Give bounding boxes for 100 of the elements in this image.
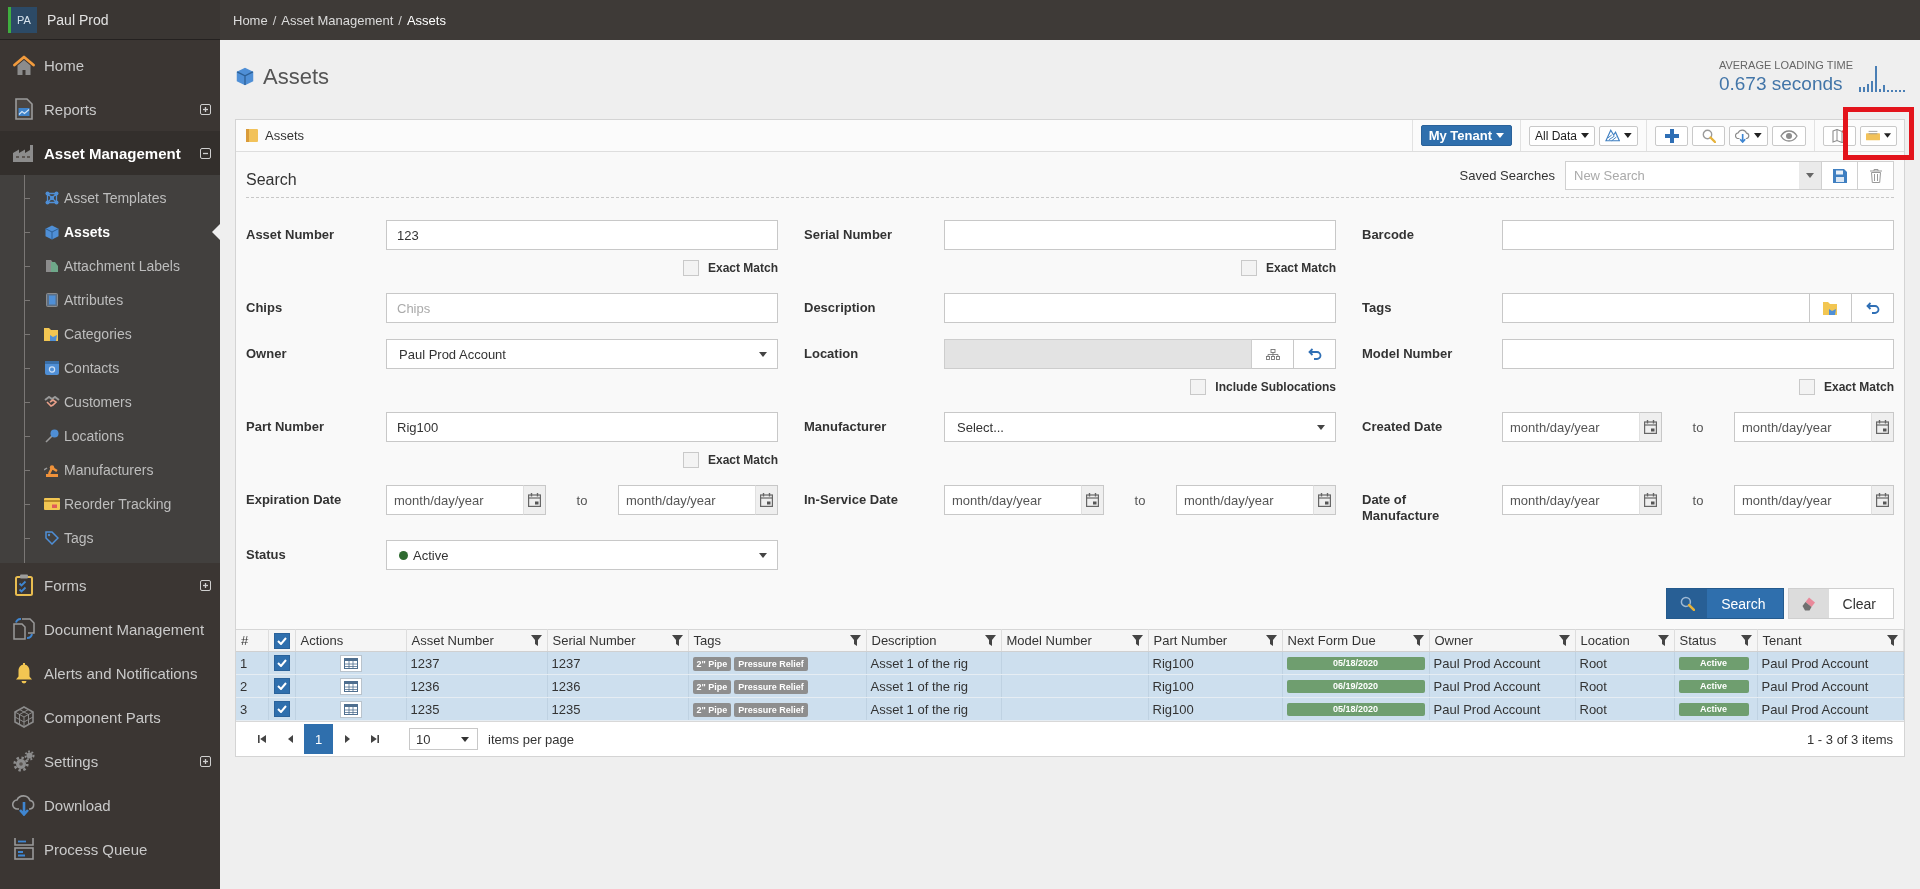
sidebar-item[interactable]: Home — [0, 43, 220, 87]
date-field[interactable]: month/day/year — [1734, 412, 1871, 442]
filter-icon[interactable] — [1412, 635, 1424, 646]
select-field[interactable]: Active — [386, 540, 778, 570]
checkbox[interactable] — [273, 701, 290, 718]
filter-icon[interactable] — [849, 635, 861, 646]
filter-icon[interactable] — [530, 635, 542, 646]
date-field[interactable]: month/day/year — [386, 485, 523, 515]
search-button[interactable] — [1692, 125, 1725, 146]
sidebar-item[interactable]: Process Queue — [0, 827, 220, 871]
sidebar-subitem[interactable]: Reorder Tracking — [0, 487, 220, 521]
calendar-button[interactable] — [523, 485, 546, 515]
search-submit-button[interactable]: Search — [1666, 588, 1784, 619]
sidebar-item[interactable]: Alerts and Notifications — [0, 651, 220, 695]
filter-icon[interactable] — [671, 635, 683, 646]
table-row[interactable]: 3 1235 1235 2" Pipe Pressure Relief Asset 1 of the rig Rig100 05/18/2020 Paul Prod Account Root Active Paul Prod Account — [236, 697, 1904, 721]
text-field[interactable] — [1502, 339, 1894, 369]
text-field[interactable]: 123 — [386, 220, 778, 250]
date-field[interactable]: month/day/year — [1734, 485, 1871, 515]
sidebar-subitem[interactable]: Assets — [0, 215, 220, 249]
select-all-checkbox[interactable] — [273, 632, 290, 649]
sidebar-subitem[interactable]: Manufacturers — [0, 453, 220, 487]
date-field[interactable]: month/day/year — [1502, 412, 1639, 442]
text-field[interactable]: Rig100 — [386, 412, 778, 442]
sidebar-subitem[interactable]: Asset Templates — [0, 181, 220, 215]
actions-button[interactable] — [339, 654, 362, 672]
filter-icon[interactable] — [1887, 635, 1898, 646]
breadcrumb-link[interactable]: Home — [233, 12, 268, 28]
filter-icon[interactable] — [1131, 635, 1143, 646]
sidebar-item[interactable]: Forms — [0, 563, 220, 607]
table-row[interactable]: 1 1237 1237 2" Pipe Pressure Relief Asset 1 of the rig Rig100 05/18/2020 Paul Prod Account Root Active Paul Prod Account — [236, 651, 1904, 675]
sidebar-subitem[interactable]: Categories — [0, 317, 220, 351]
date-field[interactable]: month/day/year — [618, 485, 755, 515]
text-field[interactable] — [944, 293, 1336, 323]
sidebar-item[interactable]: Download — [0, 783, 220, 827]
delete-button[interactable] — [1858, 161, 1894, 190]
select-field[interactable]: Paul Prod Account — [386, 339, 778, 369]
date-field[interactable]: month/day/year — [1176, 485, 1313, 515]
actions-button[interactable] — [339, 700, 362, 718]
undo-button[interactable] — [1294, 339, 1336, 369]
text-field[interactable] — [1502, 293, 1810, 323]
collapse-icon[interactable] — [200, 147, 211, 159]
tray-button[interactable] — [1860, 125, 1897, 146]
calendar-button[interactable] — [1313, 485, 1336, 515]
text-field[interactable]: Chips — [386, 293, 778, 323]
account-name[interactable]: Paul Prod — [47, 11, 109, 28]
text-field[interactable] — [1502, 220, 1894, 250]
sidebar-item[interactable]: Reports — [0, 87, 220, 131]
sidebar-subitem[interactable]: Tags — [0, 521, 220, 555]
sidebar-item[interactable]: Component Parts — [0, 695, 220, 739]
sidebar-subitem[interactable]: Contacts — [0, 351, 220, 385]
sidebar-item[interactable]: Settings — [0, 739, 220, 783]
calendar-button[interactable] — [1081, 485, 1104, 515]
download-button[interactable] — [1729, 125, 1768, 146]
filter-icon[interactable] — [1265, 635, 1277, 646]
column-header[interactable]: Owner — [1434, 633, 1473, 648]
table-row[interactable]: 2 1236 1236 2" Pipe Pressure Relief Asset 1 of the rig Rig100 06/19/2020 Paul Prod Account Root Active Paul Prod Account — [236, 674, 1904, 698]
date-field[interactable]: month/day/year — [1502, 485, 1639, 515]
calendar-button[interactable] — [1871, 485, 1894, 515]
save-button[interactable] — [1822, 161, 1858, 190]
page-size-select[interactable]: 10 — [409, 728, 478, 750]
data-filter-button[interactable]: All Data — [1528, 125, 1595, 146]
actions-button[interactable] — [339, 677, 362, 695]
text-field[interactable] — [944, 220, 1336, 250]
column-header[interactable]: Tenant — [1762, 633, 1802, 648]
sidebar-item[interactable]: Document Management — [0, 607, 220, 651]
tenant-button[interactable]: My Tenant — [1420, 125, 1512, 146]
column-header[interactable]: Tags — [693, 633, 721, 648]
expand-icon[interactable] — [200, 579, 211, 591]
sidebar-subitem[interactable]: Locations — [0, 419, 220, 453]
filter-icon[interactable] — [1558, 635, 1570, 646]
sidebar-subitem[interactable]: Attachment Labels — [0, 249, 220, 283]
sidebar-subitem[interactable]: Customers — [0, 385, 220, 419]
undo-button[interactable] — [1852, 293, 1894, 323]
sidebar-subitem[interactable]: Attributes — [0, 283, 220, 317]
expand-icon[interactable] — [200, 755, 211, 767]
view-button[interactable] — [1772, 125, 1806, 146]
column-header[interactable]: # — [241, 633, 249, 648]
calendar-button[interactable] — [1639, 412, 1662, 442]
breadcrumb-link[interactable]: Asset Management — [281, 12, 394, 28]
checkbox[interactable] — [273, 655, 290, 672]
sidebar-item[interactable]: Asset Management — [0, 131, 220, 175]
filter-icon[interactable] — [984, 635, 996, 646]
page-button[interactable]: 1 — [304, 724, 333, 754]
account-avatar[interactable]: PA — [8, 6, 37, 33]
layers-button[interactable] — [1599, 125, 1638, 146]
calendar-button[interactable] — [1639, 485, 1662, 515]
tag-folder-button[interactable] — [1810, 293, 1852, 323]
filter-icon[interactable] — [1740, 635, 1752, 646]
checkbox[interactable] — [273, 678, 290, 695]
filter-icon[interactable] — [1657, 635, 1669, 646]
breadcrumb-link[interactable]: Assets — [406, 12, 446, 28]
add-button[interactable] — [1655, 125, 1688, 146]
date-field[interactable]: month/day/year — [944, 485, 1081, 515]
clear-button[interactable]: Clear — [1787, 588, 1894, 619]
expand-icon[interactable] — [200, 103, 211, 115]
calendar-button[interactable] — [1871, 412, 1894, 442]
select-field[interactable]: Select... — [944, 412, 1336, 442]
calendar-button[interactable] — [755, 485, 778, 515]
hierarchy-button[interactable] — [1252, 339, 1294, 369]
